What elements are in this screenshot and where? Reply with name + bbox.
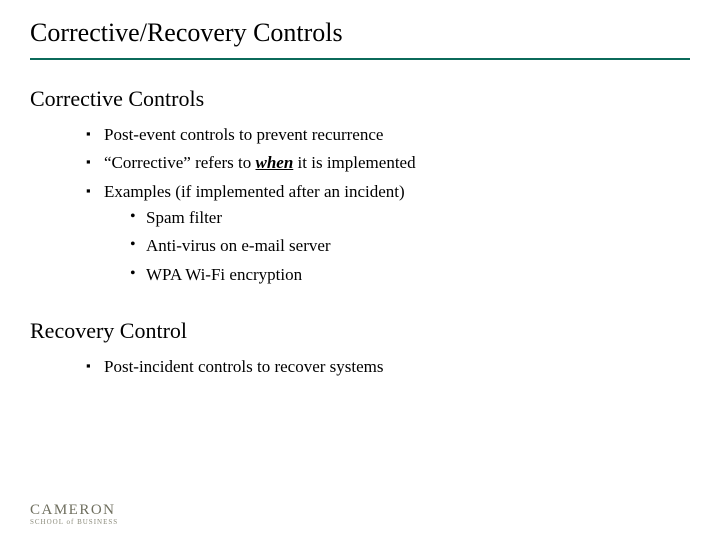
logo-line2: SCHOOL of BUSINESS — [30, 519, 118, 526]
text-fragment: it is implemented — [293, 153, 415, 172]
text-fragment: “Corrective” refers to — [104, 153, 256, 172]
list-item: Examples (if implemented after an incide… — [86, 179, 690, 288]
list-item: WPA Wi-Fi encryption — [130, 262, 690, 288]
list-item: Post-event controls to prevent recurrenc… — [86, 122, 690, 148]
bullet-list-recovery: Post-incident controls to recover system… — [30, 354, 690, 380]
list-item: “Corrective” refers to when it is implem… — [86, 150, 690, 176]
slide-title: Corrective/Recovery Controls — [30, 18, 690, 48]
text-fragment: Examples (if implemented after an incide… — [104, 182, 405, 201]
list-item: Anti-virus on e-mail server — [130, 233, 690, 259]
sub-bullet-list: Spam filter Anti-virus on e-mail server … — [104, 205, 690, 288]
school-logo: CAMERON SCHOOL of BUSINESS — [30, 503, 118, 526]
section-heading-recovery: Recovery Control — [30, 318, 690, 344]
section-heading-corrective: Corrective Controls — [30, 86, 690, 112]
list-item: Post-incident controls to recover system… — [86, 354, 690, 380]
list-item: Spam filter — [130, 205, 690, 231]
logo-line1: CAMERON — [30, 503, 118, 519]
bullet-list-corrective: Post-event controls to prevent recurrenc… — [30, 122, 690, 288]
emphasized-word: when — [256, 153, 294, 172]
title-divider — [30, 58, 690, 60]
